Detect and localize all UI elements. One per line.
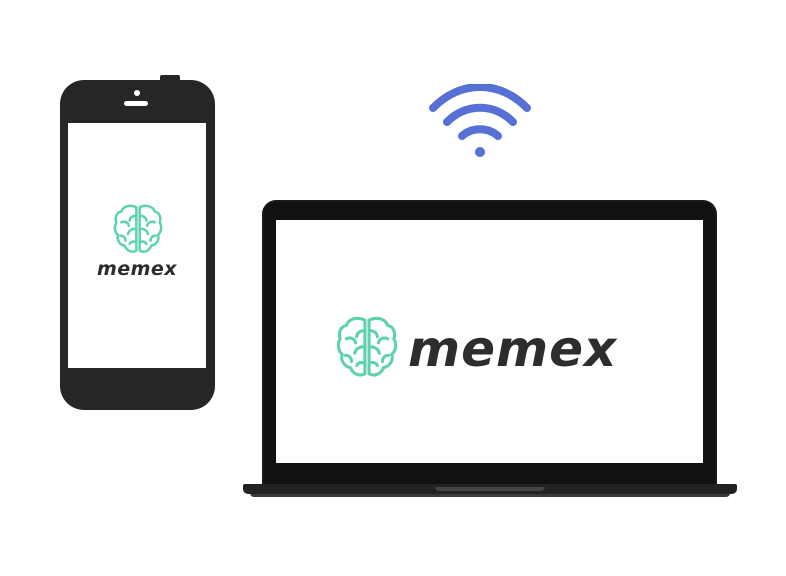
- brain-icon: [336, 316, 398, 377]
- wifi-icon: [429, 84, 531, 157]
- phone-speaker: [124, 101, 148, 106]
- brain-icon: [113, 204, 163, 253]
- laptop-notch: [435, 487, 545, 491]
- laptop-wordmark: memex: [408, 320, 618, 378]
- phone-camera: [134, 90, 140, 96]
- phone-wordmark: memex: [96, 258, 178, 280]
